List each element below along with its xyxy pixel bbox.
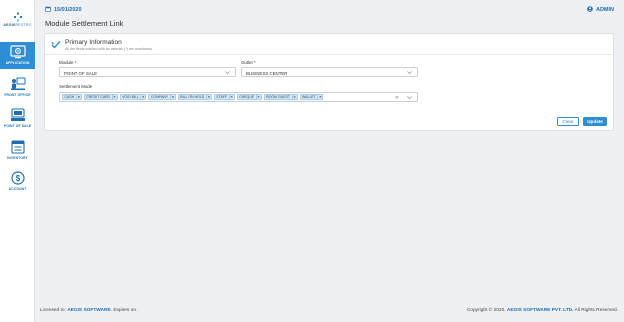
company-link[interactable]: AEGIS SOFTWARE PVT. LTD. (507, 308, 574, 313)
tag-remove-icon[interactable]: × (255, 94, 261, 100)
current-date: 15/01/2020 (45, 6, 82, 13)
account-icon: $ (10, 171, 25, 185)
update-button[interactable]: Update (583, 117, 607, 126)
card-header: Primary Information All the fields marke… (45, 34, 613, 55)
module-label: Module * (59, 60, 77, 65)
user-name: ADMIN (595, 7, 614, 13)
tag-remove-icon[interactable]: × (111, 94, 117, 100)
user-icon (587, 6, 593, 12)
tag-remove-icon[interactable]: × (140, 94, 145, 100)
sidebar: AEGISRESTRO APPLICATION FRONT OFFICE POI… (0, 0, 35, 322)
tag-void-bill: VOID BILL × (119, 94, 147, 100)
outlet-label: Outlet * (241, 60, 256, 65)
calendar-icon (45, 6, 51, 12)
page-title: Module Settlement Link (45, 19, 124, 28)
chevron-down-icon[interactable] (407, 96, 412, 100)
tag-company: COMPANY × (148, 94, 176, 100)
front-office-icon (10, 77, 25, 90)
copyright: Copyright © 2020. AEGIS SOFTWARE PVT. LT… (466, 308, 618, 313)
brand-name: AEGISRESTRO (3, 23, 32, 27)
licensee-link[interactable]: AEGIS SOFTWARE (67, 308, 110, 313)
license-info: Licensed to: AEGIS SOFTWARE. Expires on … (40, 308, 139, 313)
clear-all-icon[interactable]: ✕ (395, 95, 399, 101)
tag-room-guest: ROOM GUEST × (263, 94, 298, 100)
double-check-icon (51, 41, 61, 49)
sidebar-item-label: ACCOUNT (8, 187, 27, 191)
tag-cash: CASH × (62, 94, 82, 100)
top-bar: 15/01/2020 ADMIN (36, 0, 624, 17)
tag-remove-icon[interactable]: × (291, 94, 297, 100)
application-icon (9, 45, 26, 59)
outlet-select[interactable]: BUSINESS CENTER (241, 67, 418, 77)
sidebar-item-point-of-sale[interactable]: POINT OF SALE (0, 108, 35, 132)
settlement-mode-multiselect[interactable]: CASH × CREDIT CARD × VOID BILL × COMPANY × B… (59, 92, 418, 102)
tag-remove-icon[interactable]: × (205, 94, 211, 100)
sidebar-item-application[interactable]: APPLICATION (0, 42, 35, 69)
sidebar-item-label: FRONT OFFICE (4, 93, 31, 97)
module-select[interactable]: POINT OF SALE (59, 67, 236, 77)
brand-logo[interactable]: AEGISRESTRO (0, 12, 35, 27)
tag-remove-icon[interactable]: × (75, 94, 81, 100)
module-value: POINT OF SALE (64, 70, 98, 76)
tag-credit-card: CREDIT CARD × (83, 94, 118, 100)
sidebar-item-label: INVENTORY (7, 156, 28, 160)
sidebar-item-label: APPLICATION (5, 61, 30, 65)
tag-cheque: CHEQUE × (236, 94, 262, 100)
sidebar-item-inventory[interactable]: INVENTORY (0, 140, 35, 164)
sidebar-item-front-office[interactable]: FRONT OFFICE (0, 77, 35, 101)
outlet-value: BUSINESS CENTER (246, 70, 288, 76)
chevron-down-icon (225, 71, 230, 75)
point-of-sale-icon (10, 108, 25, 121)
tag-wallet: WALLET × (299, 94, 324, 100)
svg-text:$: $ (15, 174, 20, 183)
sidebar-item-label: POINT OF SALE (3, 124, 32, 128)
sidebar-item-account[interactable]: $ ACCOUNT (0, 171, 35, 195)
inventory-icon (10, 140, 25, 154)
tag-bill-on-hold: BILL ON HOLD × (177, 94, 212, 100)
section-subtitle: All the fields marked with an asterisk (… (65, 47, 153, 51)
tag-remove-icon[interactable]: × (317, 94, 322, 100)
section-title: Primary Information (65, 39, 122, 46)
chevron-down-icon (407, 71, 412, 75)
clear-button[interactable]: Clear (557, 117, 579, 126)
brand-logo-icon (13, 12, 22, 22)
tag-remove-icon[interactable]: × (228, 94, 234, 100)
user-menu[interactable]: ADMIN (587, 6, 614, 13)
tag-remove-icon[interactable]: × (169, 94, 175, 100)
tag-staff: STAFF × (213, 94, 235, 100)
settlement-form-card: Primary Information All the fields marke… (44, 33, 614, 131)
settlement-mode-label: Settlement Mode (59, 84, 93, 89)
